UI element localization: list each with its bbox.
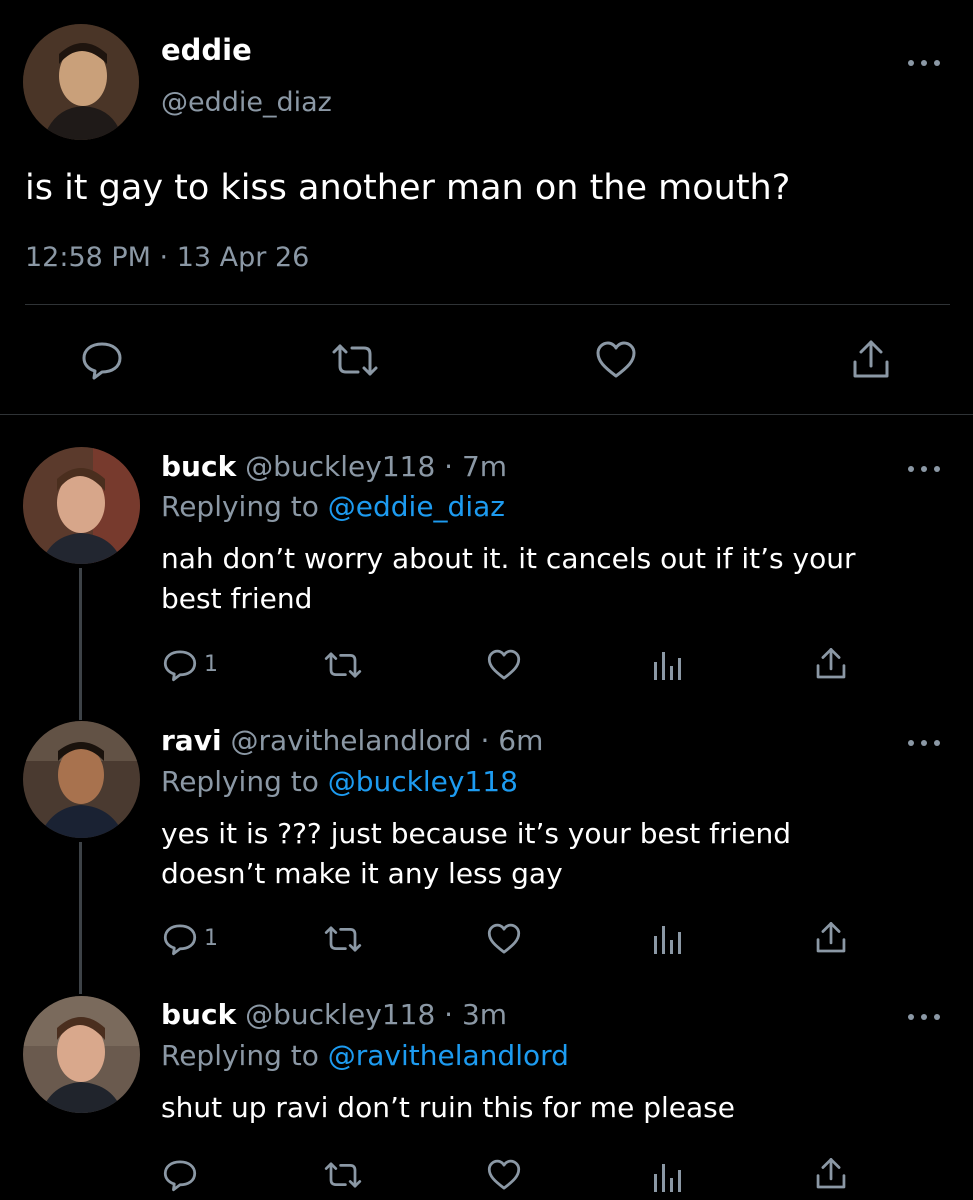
reply-text-line: yes it is ??? just because it’s your bes… [161,817,792,850]
thread-line [79,842,82,994]
reply-icon[interactable] [162,922,198,956]
retweet-icon[interactable] [323,650,363,680]
avatar-ravi[interactable] [23,721,140,838]
retweet-icon[interactable] [330,342,380,378]
reply-text-line: best friend [161,582,313,615]
share-icon[interactable] [814,646,848,682]
reply-author-name[interactable]: buck [161,998,236,1031]
divider [25,304,950,305]
share-icon[interactable] [814,920,848,956]
replying-to: Replying to @buckley118 [161,765,518,798]
author-handle[interactable]: @eddie_diaz [161,87,332,118]
reply-icon[interactable] [162,1158,198,1192]
replying-to-label: Replying to [161,1039,319,1072]
analytics-icon[interactable] [652,922,684,956]
more-options-icon[interactable] [908,738,940,748]
reply-header: buck @buckley118 · 7m [161,450,507,483]
like-icon[interactable] [486,648,522,682]
replying-to-link[interactable]: @buckley118 [328,765,518,798]
retweet-icon[interactable] [323,924,363,954]
replying-to-label: Replying to [161,490,319,523]
avatar-eddie[interactable] [23,24,139,140]
analytics-icon[interactable] [652,648,684,682]
reply-icon[interactable] [162,648,198,682]
more-options-icon[interactable] [908,464,940,474]
like-icon[interactable] [594,340,638,380]
replying-to-label: Replying to [161,765,319,798]
reply-text-line: shut up ravi don’t ruin this for me plea… [161,1091,735,1124]
reply-count: 1 [204,652,218,677]
reply-author-name[interactable]: buck [161,450,236,483]
reply-handle-time[interactable]: @ravithelandlord · 6m [230,724,543,757]
thread-line [79,568,82,720]
reply-handle-time[interactable]: @buckley118 · 3m [245,998,507,1031]
replying-to: Replying to @eddie_diaz [161,490,505,523]
replying-to: Replying to @ravithelandlord [161,1039,569,1072]
reply-count: 1 [204,926,218,951]
reply-header: buck @buckley118 · 3m [161,998,507,1031]
retweet-icon[interactable] [323,1160,363,1190]
more-options-icon[interactable] [908,1012,940,1022]
replying-to-link[interactable]: @ravithelandlord [328,1039,569,1072]
reply-text-line: doesn’t make it any less gay [161,857,563,890]
analytics-icon[interactable] [652,1160,684,1194]
reply-handle-time[interactable]: @buckley118 · 7m [245,450,507,483]
reply-icon[interactable] [80,340,124,380]
reply-header: ravi @ravithelandlord · 6m [161,724,543,757]
reply-text-line: nah don’t worry about it. it cancels out… [161,542,856,575]
like-icon[interactable] [486,922,522,956]
author-name[interactable]: eddie [161,33,252,67]
share-icon[interactable] [814,1156,848,1192]
replying-to-link[interactable]: @eddie_diaz [328,490,505,523]
tweet-timestamp[interactable]: 12:58 PM · 13 Apr 26 [25,242,309,273]
reply-author-name[interactable]: ravi [161,724,222,757]
like-icon[interactable] [486,1158,522,1192]
share-icon[interactable] [850,338,892,382]
divider [0,414,973,415]
avatar-buck[interactable] [23,447,140,564]
more-options-icon[interactable] [908,58,940,68]
tweet-text: is it gay to kiss another man on the mou… [25,168,791,208]
avatar-buck[interactable] [23,996,140,1113]
